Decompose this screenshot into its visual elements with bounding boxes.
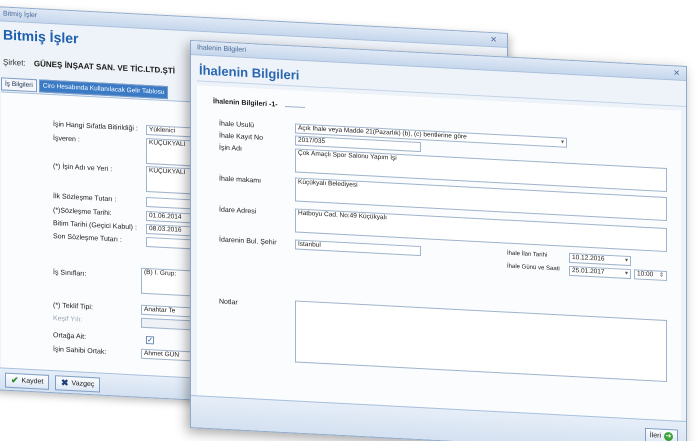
procedure-label: İhale Usulü [219,120,255,130]
page-title: Bitmiş İşler [3,26,79,47]
tender-date-value: 25.01.2017 [572,267,605,276]
close-icon[interactable]: ✕ [490,35,497,44]
announce-date-label: İhale İlan Tarihi [507,250,548,259]
tender-date-label: İhale Günü ve Saati [507,263,560,273]
job-info-panel: İşin Hangi Sıfatla Bitirildiği : Yükleni… [1,91,206,382]
group-divider [285,105,305,109]
announce-date-picker[interactable]: 10.12.2016 ▾ [569,252,631,267]
job-name-label: İşin Adı [219,144,242,153]
authority-label: İhale makamı [219,175,262,185]
tender-form: İhalenin Bilgileri -1- İhale Usulü Açık … [197,85,681,421]
tender-time-value: 10:00 [637,270,654,279]
record-no-label: İhale Kayıt No [219,132,263,142]
save-button[interactable]: ✔ Kaydet [5,372,50,390]
offer-type-label: (*) Teklif Tipi: [53,302,93,312]
tender-time-spinner[interactable]: 10:00 ⇕ [634,269,667,281]
chevron-down-icon: ▾ [560,139,564,146]
tender-info-window: İhalenin Bilgileri ✕ İhalenin Bilgileri … [190,40,687,441]
admin-city-field[interactable]: İstanbul [295,239,421,257]
spinner-arrows-icon: ⇕ [658,272,664,279]
next-button[interactable]: İleri ➔ [644,427,678,441]
last-contract-label: Son Sözleşme Tutarı : [53,233,122,244]
announce-date-value: 10.12.2016 [572,254,605,263]
close-icon[interactable]: ✕ [673,68,680,77]
chevron-down-icon: ▾ [624,270,628,277]
cancel-button[interactable]: ✖ Vazgeç [55,375,101,393]
admin-address-label: İdare Adresi [219,206,257,216]
job-class-label: İş Sınıfları: [53,269,87,278]
group-title: İhalenin Bilgileri -1- [213,98,278,109]
cancel-label: Vazgeç [71,380,95,389]
cross-icon: ✖ [61,377,69,388]
capacity-label: İşin Hangi Sıfatla Bitirildiği : [53,121,138,133]
tab-job-info[interactable]: İş Bilgileri [1,77,37,93]
checkmark-icon: ✔ [11,374,19,386]
contract-date-label: (*)Sözleşme Tarihi: [53,207,112,218]
company-label: Şirket: [3,57,26,68]
company-name: GÜNEŞ İNŞAAT SAN. VE TİC.LTD.ŞTİ [33,59,175,76]
next-label: İleri [649,432,661,440]
end-date-label: Bitim Tarihi (Geçici Kabul) : [53,220,137,232]
company-row: Şirket: GÜNEŞ İNŞAAT SAN. VE TİC.LTD.ŞTİ [3,57,175,75]
job-name-label: (*) İşin Adı ve Yeri : [53,163,113,174]
partnership-label: Ortağa Ait: [53,332,87,341]
partnership-checkbox[interactable]: ✓ [146,335,154,345]
notes-field[interactable] [295,300,667,382]
first-contract-label: İlk Sözleşme Tutarı : [53,193,117,204]
save-label: Kaydet [21,377,44,386]
chevron-down-icon: ▾ [624,257,628,264]
employer-label: İşveren : [53,135,80,144]
tender-date-picker[interactable]: 25.01.2017 ▾ [569,265,631,280]
notes-label: Notlar [219,298,238,307]
admin-city-label: İdarenin Bul. Şehir [219,236,277,247]
discovery-year-label: Keşif Yılı: [53,315,83,324]
arrow-right-icon: ➔ [664,431,673,441]
owner-partner-label: İşin Sahibi Ortak: [53,346,107,356]
